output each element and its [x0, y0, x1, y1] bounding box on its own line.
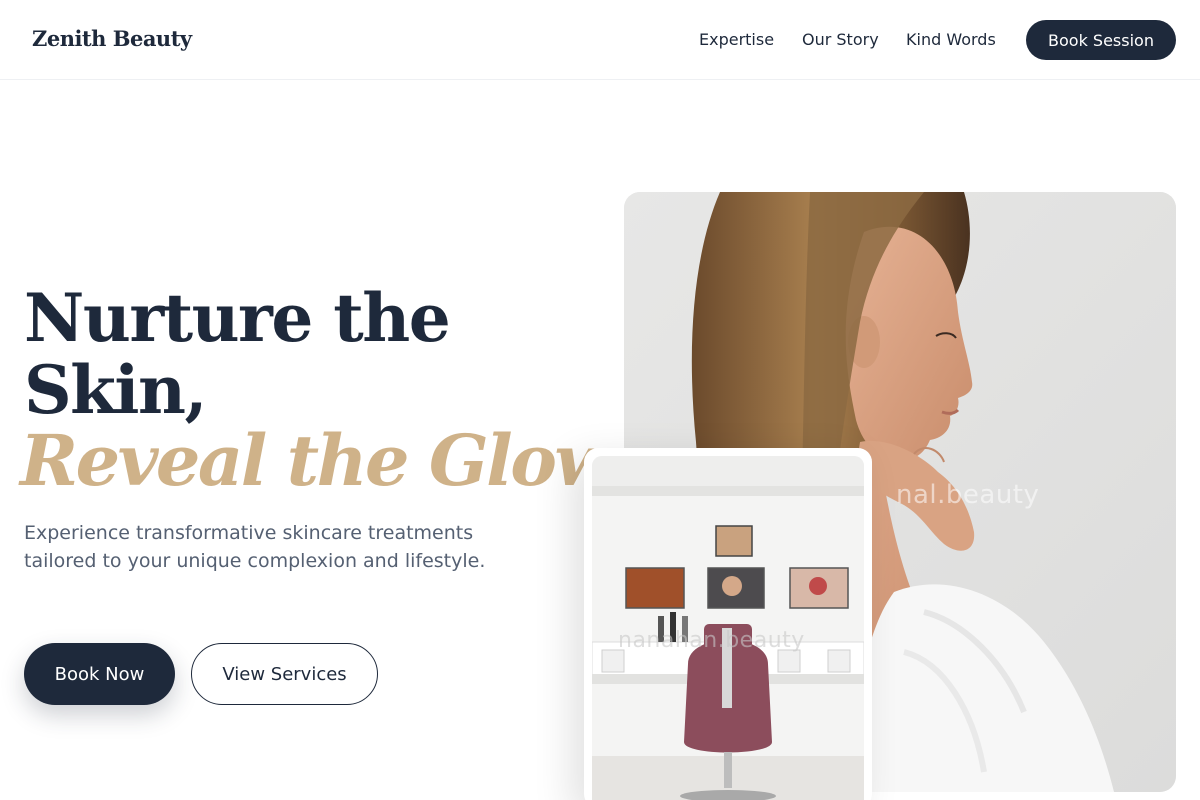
top-nav: Zenith Beauty Expertise Our Story Kind W… [0, 0, 1200, 80]
book-session-button[interactable]: Book Session [1026, 20, 1176, 60]
salon-interior-image: nanahan.beauty [592, 456, 864, 800]
book-now-button[interactable]: Book Now [24, 643, 175, 705]
card-watermark: nanahan.beauty [618, 628, 805, 653]
nav-link-kind-words[interactable]: Kind Words [906, 30, 996, 49]
nav-link-expertise[interactable]: Expertise [699, 30, 774, 49]
view-services-button[interactable]: View Services [191, 643, 378, 705]
hero-title-line-2: Skin, [24, 351, 207, 429]
salon-photo-card: nanahan.beauty [584, 448, 872, 800]
hero-title-line-1: Nurture the [24, 279, 451, 357]
brand-logo[interactable]: Zenith Beauty [32, 26, 192, 51]
image-watermark: nal.beauty [896, 480, 1040, 510]
nav-link-our-story[interactable]: Our Story [802, 30, 879, 49]
hero-description: Experience transformative skincare treat… [24, 522, 486, 572]
hero-title-accent: Reveal the Glow. [20, 419, 630, 502]
